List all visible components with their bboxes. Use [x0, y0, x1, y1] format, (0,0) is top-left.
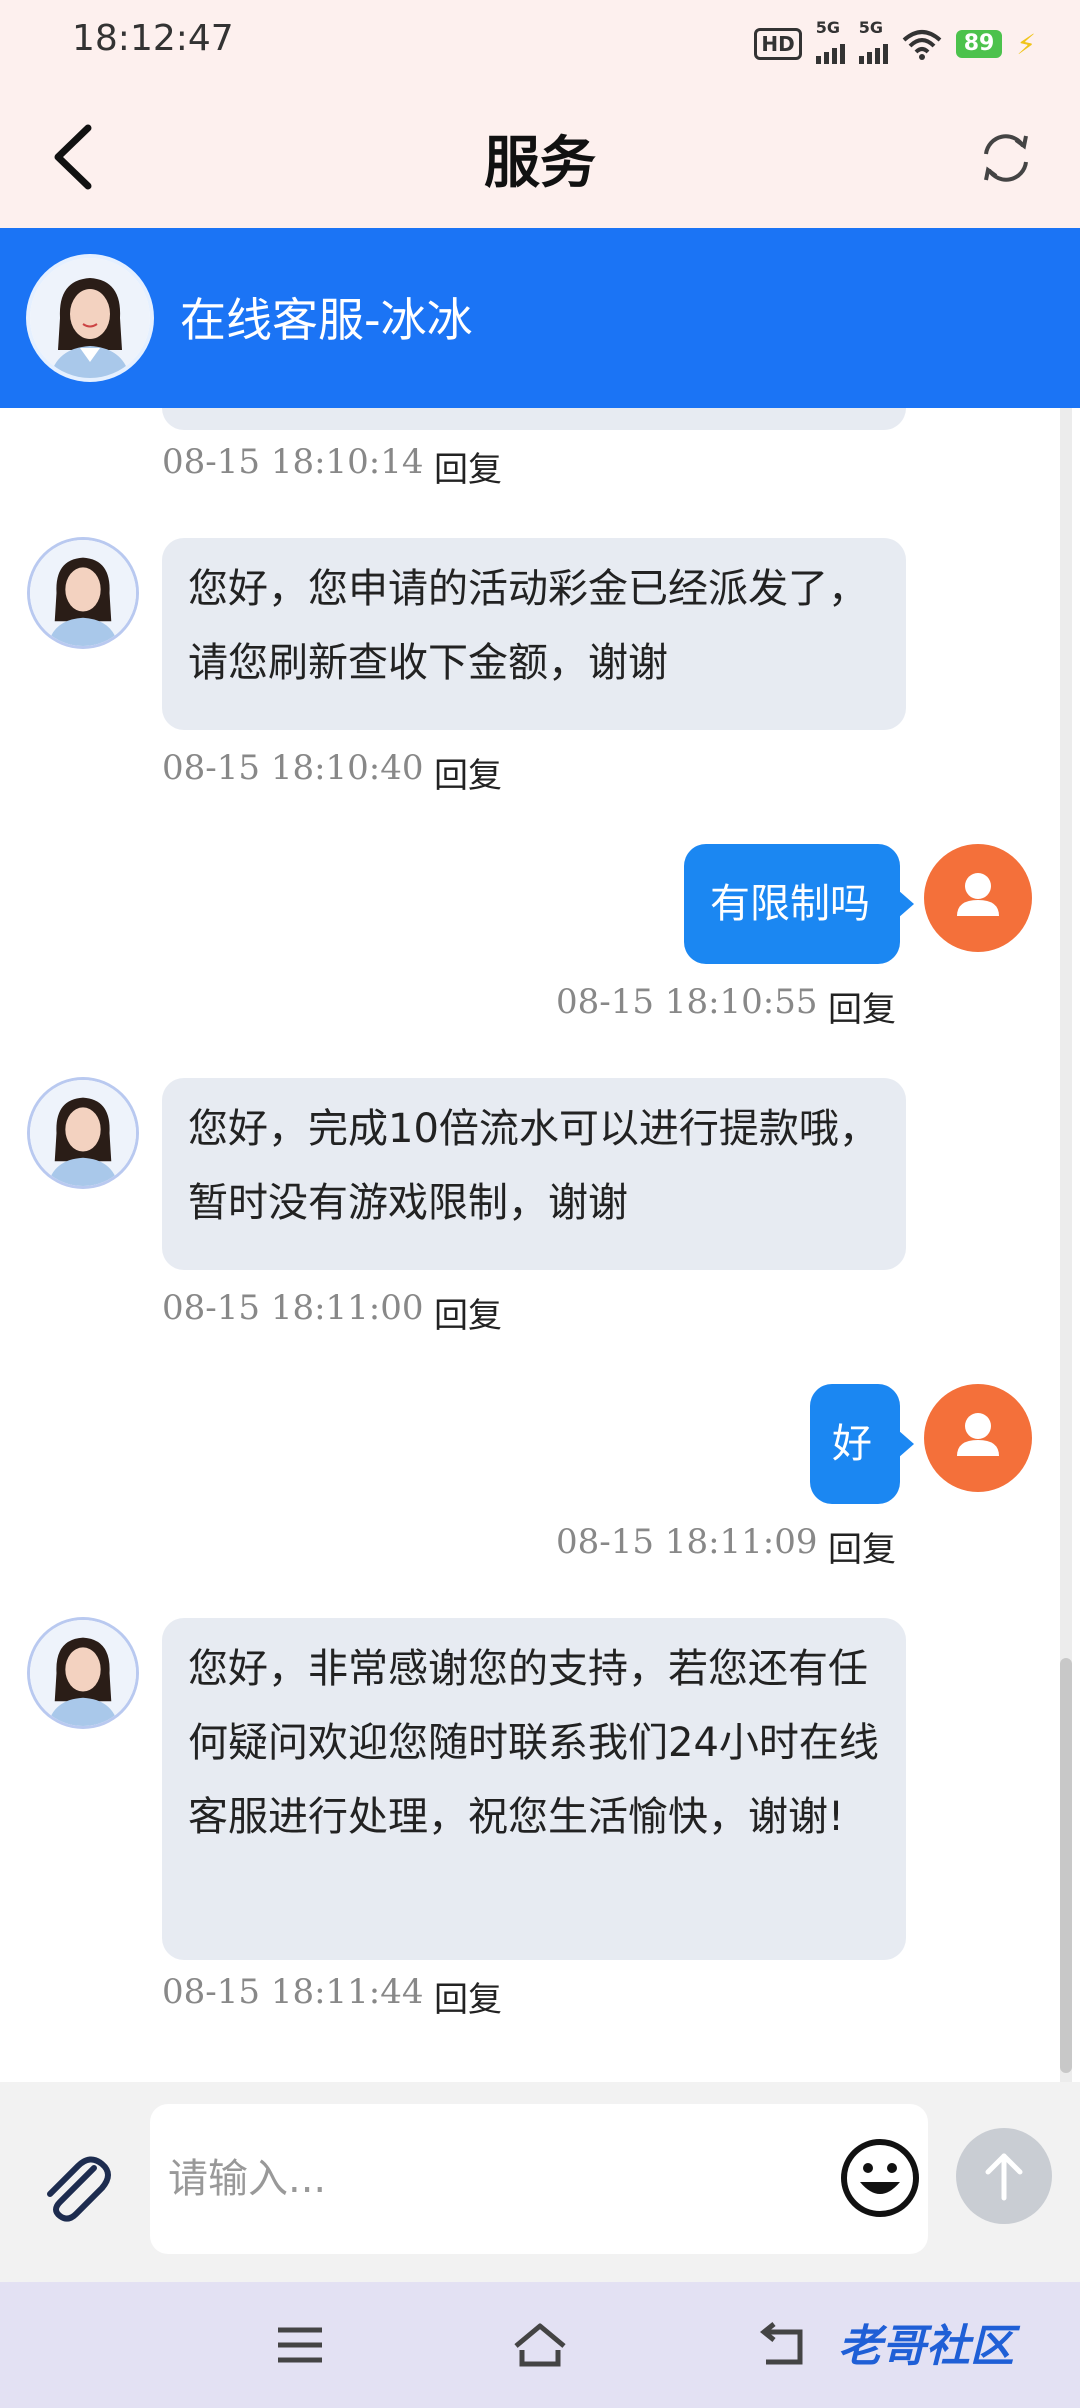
reply-link[interactable]: 回复 — [434, 1972, 502, 2021]
agent-avatar — [30, 258, 150, 378]
message-input[interactable] — [150, 2104, 928, 2254]
message-time: 08-15 18:10:40 — [162, 748, 424, 788]
send-button[interactable] — [956, 2128, 1052, 2224]
chat-area[interactable]: 08-15 18:10:14 回复 您好，您申请的活动彩金已经派发了，请您刷新查… — [0, 408, 1080, 2082]
reply-link[interactable]: 回复 — [434, 442, 502, 491]
agent-message-bubble: 您好，非常感谢您的支持，若您还有任何疑问欢迎您随时联系我们24小时在线客服进行处… — [162, 1618, 906, 1960]
watermark-logo: 老哥社区 — [838, 2321, 1014, 2372]
message-time: 08-15 18:10:55 — [556, 982, 818, 1022]
reply-link[interactable]: 回复 — [828, 982, 896, 1031]
agent-message-avatar — [30, 1080, 136, 1186]
agent-message-avatar — [30, 540, 136, 646]
signal-icon: 5G — [815, 18, 845, 64]
message-bubble-partial — [162, 408, 906, 430]
reply-link[interactable]: 回复 — [828, 1522, 896, 1571]
back-nav-icon[interactable] — [752, 2320, 812, 2370]
user-avatar — [924, 1384, 1032, 1492]
refresh-icon[interactable] — [976, 128, 1036, 188]
reply-link[interactable]: 回复 — [434, 1288, 502, 1337]
status-time: 18:12:47 — [72, 18, 234, 59]
agent-name: 在线客服-冰冰 — [180, 293, 473, 347]
message-time: 08-15 18:10:14 — [162, 442, 424, 482]
agent-message-bubble: 您好，完成10倍流水可以进行提款哦，暂时没有游戏限制，谢谢 — [162, 1078, 906, 1270]
input-bar — [0, 2082, 1080, 2282]
message-time: 08-15 18:11:00 — [162, 1288, 424, 1328]
system-nav-bar: 老哥社区 — [0, 2282, 1080, 2408]
charging-icon: ⚡ — [1016, 27, 1036, 61]
arrow-up-icon — [985, 2153, 1023, 2201]
user-avatar — [924, 844, 1032, 952]
paperclip-icon[interactable] — [36, 2148, 116, 2228]
page-title: 服务 — [484, 131, 596, 196]
wifi-icon — [902, 30, 942, 60]
status-icons: HD 5G 5G 89 ⚡ — [754, 18, 1036, 66]
message-time: 08-15 18:11:44 — [162, 1972, 424, 2012]
reply-link[interactable]: 回复 — [434, 748, 502, 797]
status-bar: 18:12:47 HD 5G 5G 89 ⚡ — [0, 0, 1080, 86]
hd-icon: HD — [754, 28, 802, 60]
emoji-icon[interactable] — [838, 2136, 922, 2220]
user-message-bubble: 好 — [810, 1384, 914, 1504]
app-header: 服务 — [0, 86, 1080, 228]
user-message-bubble: 有限制吗 — [684, 844, 914, 964]
message-time: 08-15 18:11:09 — [556, 1522, 818, 1562]
menu-icon[interactable] — [270, 2320, 330, 2370]
agent-message-bubble: 您好，您申请的活动彩金已经派发了，请您刷新查收下金额，谢谢 — [162, 538, 906, 730]
scrollbar-thumb[interactable] — [1060, 1658, 1072, 2073]
agent-bar: 在线客服-冰冰 — [0, 228, 1080, 408]
signal-icon-2: 5G — [858, 18, 888, 64]
home-icon[interactable] — [510, 2320, 570, 2370]
battery-indicator: 89 — [955, 30, 1003, 58]
agent-message-avatar — [30, 1620, 136, 1726]
